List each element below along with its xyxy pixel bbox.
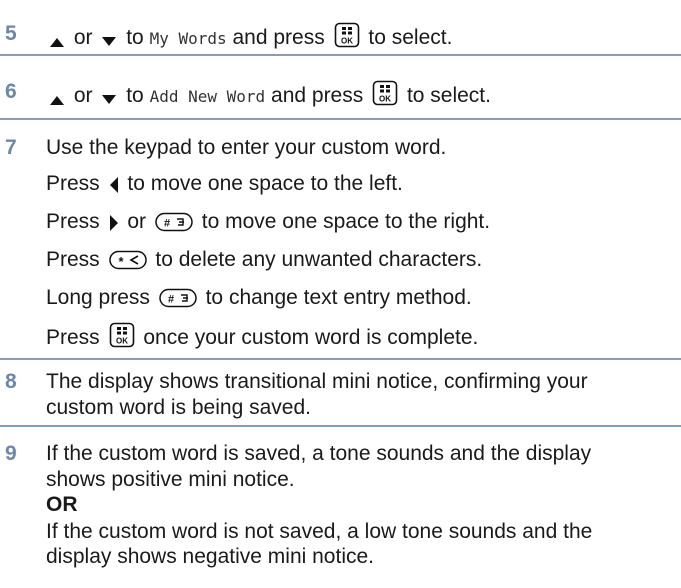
step-9-line-1: If the custom word is saved, a tone soun…	[46, 442, 592, 465]
hash-key-icon: #	[159, 288, 197, 308]
step-7-line-6: Press OK once your custom word is comple…	[46, 322, 478, 350]
or-text: or	[73, 84, 93, 107]
delete-text: to delete any unwanted characters.	[155, 248, 483, 271]
up-arrow-key-icon	[50, 38, 64, 47]
to-text: to	[126, 84, 144, 107]
or-text: or	[127, 210, 147, 233]
press-text: Press	[46, 172, 100, 195]
menu-ok-key-icon: OK	[372, 80, 398, 106]
to-text: to	[126, 26, 144, 49]
step-number: 5	[5, 22, 17, 45]
press-text: Press	[46, 326, 100, 349]
press-text: Press	[46, 210, 100, 233]
change-entry-text: to change text entry method.	[205, 286, 472, 309]
step-7-line-5: Long press # to change text entry method…	[46, 286, 472, 310]
step-7-line-3: Press or # to move one space to the righ…	[46, 210, 490, 234]
and-press-text: and press	[232, 26, 325, 49]
step-8-line-1: The display shows transitional mini noti…	[46, 370, 588, 393]
step-number: 6	[5, 80, 17, 103]
svg-text:OK: OK	[341, 37, 353, 46]
to-select-text: to select.	[368, 26, 453, 49]
step-8-line-2: custom word is being saved.	[46, 396, 311, 419]
move-right-text: to move one space to the right.	[201, 210, 491, 233]
step-7: 7 Use the keypad to enter your custom wo…	[0, 120, 681, 349]
step-9-line-2: shows positive mini notice.	[46, 468, 295, 491]
svg-text:OK: OK	[116, 337, 128, 346]
step-7-line-1: Use the keypad to enter your custom word…	[46, 136, 447, 159]
step-5: 5 or to My Words and press OK to select.	[0, 0, 681, 50]
step-number: 7	[5, 136, 17, 159]
svg-text:#: #	[164, 218, 170, 230]
up-arrow-key-icon	[50, 96, 64, 105]
or-text: or	[73, 26, 93, 49]
long-press-text: Long press	[46, 286, 150, 309]
and-press-text: and press	[271, 84, 364, 107]
step-6: 6 or to Add New Word and press OK to sel…	[0, 56, 681, 109]
svg-text:OK: OK	[379, 95, 391, 104]
step-9-line-4: display shows negative mini notice.	[46, 545, 375, 568]
right-arrow-key-icon	[109, 215, 118, 231]
move-left-text: to move one space to the left.	[127, 172, 403, 195]
step-9-line-3: If the custom word is not saved, a low t…	[46, 520, 593, 543]
press-text: Press	[46, 248, 100, 271]
step-8: 8 The display shows transitional mini no…	[0, 360, 681, 422]
step-number: 8	[5, 370, 17, 393]
step-9: 9 If the custom word is saved, a tone so…	[0, 427, 681, 588]
to-select-text: to select.	[406, 84, 491, 107]
hash-key-icon: #	[155, 212, 193, 232]
star-key-icon: *	[108, 250, 147, 270]
menu-item-add-new-word: Add New Word	[149, 87, 266, 106]
step-6-text: or to Add New Word and press OK to selec…	[46, 80, 491, 109]
step-7-line-2: Press to move one space to the left.	[46, 172, 403, 196]
step-7-line-4: Press * to delete any unwanted character…	[46, 248, 482, 272]
step-5-text: or to My Words and press OK to select.	[46, 22, 452, 51]
or-label: OR	[46, 493, 78, 516]
menu-ok-key-icon: OK	[334, 22, 359, 48]
menu-ok-key-icon: OK	[109, 322, 134, 348]
down-arrow-key-icon	[102, 37, 117, 46]
down-arrow-key-icon	[102, 95, 117, 104]
step-number: 9	[5, 442, 17, 465]
menu-item-my-words: My Words	[149, 29, 227, 48]
left-arrow-key-icon	[109, 177, 118, 193]
svg-text:#: #	[168, 294, 174, 306]
complete-text: once your custom word is complete.	[143, 326, 479, 349]
